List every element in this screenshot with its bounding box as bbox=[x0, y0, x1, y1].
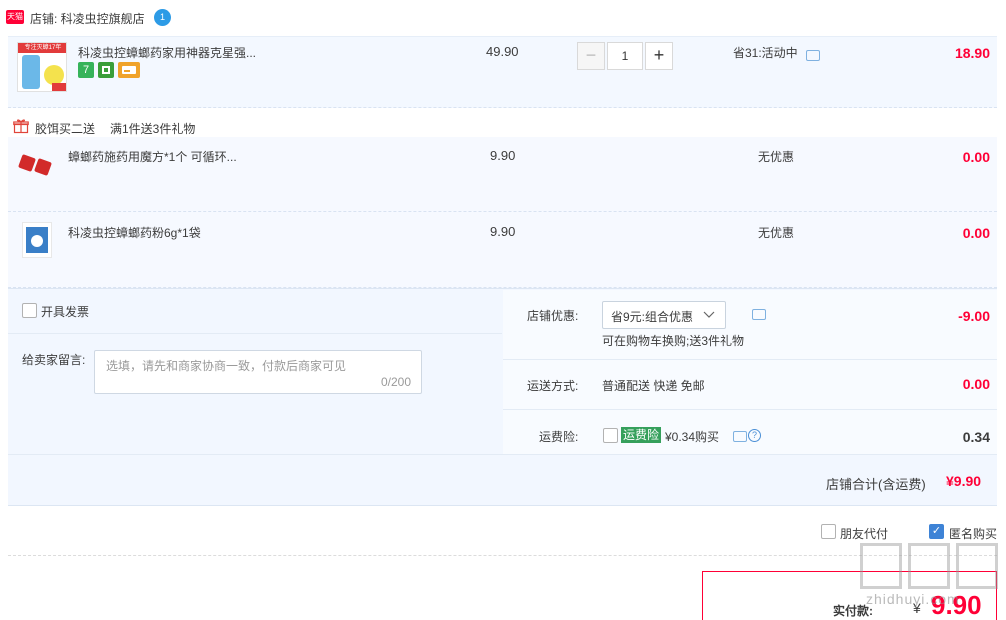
site-watermark: zhidhuyi.com bbox=[856, 543, 1002, 613]
gift-item-subtotal: 0.00 bbox=[962, 149, 990, 165]
quantity-stepper[interactable]: − 1 + bbox=[577, 42, 673, 70]
store-discount-select[interactable]: 省9元:组合优惠 bbox=[602, 301, 726, 329]
gift-item-price: 9.90 bbox=[490, 224, 516, 239]
shipping-value: 0.00 bbox=[962, 376, 990, 392]
anonymous-checkbox[interactable]: ✓ bbox=[929, 524, 944, 539]
item-promotion: 省31:活动中 bbox=[733, 46, 798, 60]
gift-item-title[interactable]: 蟑螂药施药用魔方*1个 可循环... bbox=[68, 148, 237, 165]
gift-item-price: 9.90 bbox=[490, 148, 516, 163]
store-discount-selected: 省9元:组合优惠 bbox=[611, 310, 694, 324]
shipping-method: 普通配送 快递 免邮 bbox=[602, 379, 705, 393]
insurance-checkbox[interactable] bbox=[603, 428, 618, 443]
gift-promo-title: 胶饵买二送 bbox=[35, 122, 96, 136]
insurance-info-icon[interactable] bbox=[733, 431, 747, 442]
store-total-label: 店铺合计(含运费) bbox=[826, 477, 926, 492]
item-subtotal: 18.90 bbox=[954, 45, 990, 61]
quantity-decrease-button[interactable]: − bbox=[577, 42, 605, 70]
store-total-value: ¥9.90 bbox=[946, 473, 982, 489]
tmall-logo: 天猫 bbox=[6, 10, 24, 24]
insurance-value: 0.34 bbox=[962, 429, 990, 445]
discount-info-icon[interactable] bbox=[752, 309, 766, 320]
friend-pay-checkbox[interactable] bbox=[821, 524, 836, 539]
gift-item-subtotal: 0.00 bbox=[962, 225, 990, 241]
gift-item-title[interactable]: 科凌虫控蟑螂药粉6g*1袋 bbox=[68, 224, 201, 241]
watermark-text: zhidhuyi.com bbox=[866, 591, 960, 607]
insurance-label: 运费险: bbox=[539, 430, 579, 444]
insurance-tag: 运费险 bbox=[621, 427, 662, 443]
gift-thumbnail[interactable] bbox=[18, 150, 56, 180]
chevron-down-icon bbox=[703, 307, 715, 324]
message-placeholder: 选填，请先和商家协商一致，付款后商家可见 bbox=[106, 359, 347, 373]
message-label: 给卖家留言: bbox=[22, 353, 86, 367]
gift-item-promotion: 无优惠 bbox=[758, 226, 795, 240]
promo-info-icon[interactable] bbox=[806, 50, 820, 61]
gift-item-promotion: 无优惠 bbox=[758, 150, 795, 164]
seller-message-input[interactable]: 选填，请先和商家协商一致，付款后商家可见 0/200 bbox=[94, 350, 422, 394]
invoice-checkbox[interactable] bbox=[22, 303, 37, 318]
store-discount-note: 可在购物车换购;送3件礼物 bbox=[602, 334, 745, 348]
item-title[interactable]: 科凌虫控蟑螂药家用神器克星强... bbox=[78, 44, 256, 61]
help-icon[interactable]: ? bbox=[748, 429, 761, 442]
thumbnail-banner: 专注灭蟑17年 bbox=[18, 43, 66, 53]
guarantee-icon bbox=[98, 62, 114, 78]
seven-day-return-icon: 7 bbox=[78, 62, 94, 78]
item-thumbnail[interactable]: 专注灭蟑17年 bbox=[17, 42, 67, 92]
footer-divider bbox=[8, 555, 997, 556]
card-payment-icon bbox=[118, 62, 140, 78]
item-unit-price: 49.90 bbox=[486, 44, 519, 59]
shipping-label: 运送方式: bbox=[527, 379, 579, 393]
friend-pay-label[interactable]: 朋友代付 bbox=[840, 525, 888, 542]
store-name[interactable]: 店铺: 科凌虫控旗舰店 bbox=[30, 10, 145, 27]
anonymous-label[interactable]: 匿名购买 bbox=[949, 525, 997, 542]
insurance-price: ¥0.34购买 bbox=[665, 430, 720, 444]
quantity-increase-button[interactable]: + bbox=[645, 42, 673, 70]
invoice-label[interactable]: 开具发票 bbox=[41, 303, 89, 320]
gift-thumbnail[interactable] bbox=[22, 222, 52, 258]
gift-promo-desc: 满1件送3件礼物 bbox=[110, 122, 196, 136]
quantity-input[interactable]: 1 bbox=[607, 42, 643, 70]
gift-icon bbox=[13, 118, 29, 134]
store-discount-label: 店铺优惠: bbox=[527, 309, 579, 323]
wangwang-chat-icon[interactable]: 1 bbox=[154, 9, 171, 26]
store-discount-value: -9.00 bbox=[958, 308, 990, 324]
message-char-count: 0/200 bbox=[380, 375, 411, 389]
